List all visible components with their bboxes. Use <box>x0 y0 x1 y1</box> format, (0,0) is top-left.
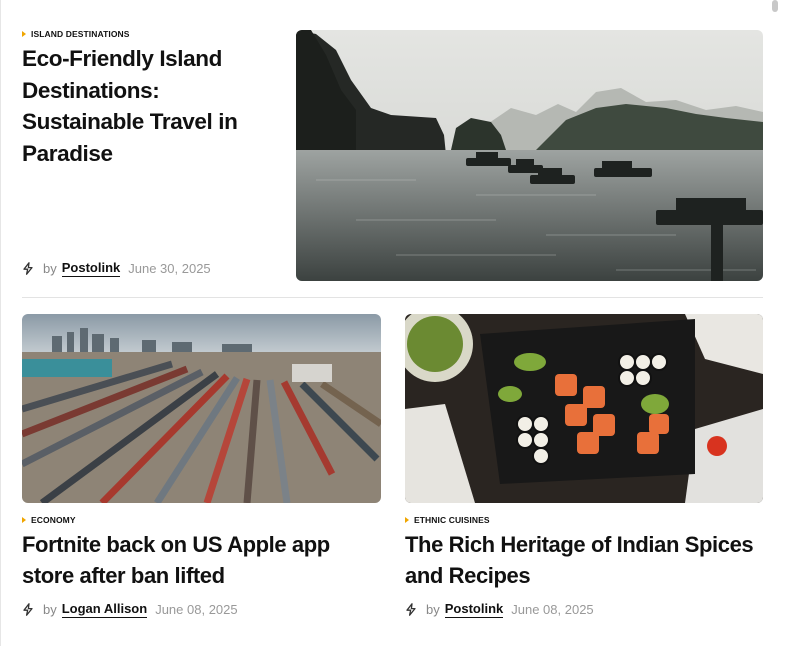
scrollbar-thumb[interactable] <box>772 0 778 12</box>
author-link[interactable]: Postolink <box>61 260 121 277</box>
category-marker-icon <box>405 517 409 523</box>
post-date: June 30, 2025 <box>128 261 211 276</box>
category-label-economy[interactable]: ECONOMY <box>22 515 76 525</box>
category-text[interactable]: ECONOMY <box>31 515 76 525</box>
section-divider <box>22 297 763 298</box>
category-label-featured[interactable]: ISLAND DESTINATIONS <box>22 29 130 39</box>
category-marker-icon <box>22 517 26 523</box>
post-date: June 08, 2025 <box>511 602 594 617</box>
featured-article-title[interactable]: Eco-Friendly Island Destinations: Sustai… <box>22 43 284 169</box>
category-marker-icon <box>22 31 26 37</box>
bolt-icon <box>406 603 416 616</box>
scrollbar[interactable] <box>772 0 786 646</box>
author-link[interactable]: Postolink <box>444 601 504 618</box>
bolt-icon <box>23 603 33 616</box>
card-title-fortnite[interactable]: Fortnite back on US Apple app store afte… <box>22 530 367 591</box>
by-label: by <box>426 602 440 617</box>
card-title-indian-spices[interactable]: The Rich Heritage of Indian Spices and R… <box>405 530 765 591</box>
category-text[interactable]: ETHNIC CUISINES <box>414 515 490 525</box>
author-link[interactable]: Logan Allison <box>61 601 148 618</box>
featured-image[interactable] <box>296 30 763 281</box>
category-text[interactable]: ISLAND DESTINATIONS <box>31 29 130 39</box>
bolt-icon <box>23 262 33 275</box>
by-label: by <box>43 261 57 276</box>
featured-meta: by Postolink June 30, 2025 <box>22 260 211 277</box>
card-meta-1: by Logan Allison June 08, 2025 <box>22 601 238 618</box>
post-date: June 08, 2025 <box>155 602 238 617</box>
card-image-rail[interactable] <box>22 314 381 503</box>
card-meta-2: by Postolink June 08, 2025 <box>405 601 594 618</box>
card-image-sushi[interactable] <box>405 314 763 503</box>
category-label-ethnic-cuisines[interactable]: ETHNIC CUISINES <box>405 515 490 525</box>
by-label: by <box>43 602 57 617</box>
